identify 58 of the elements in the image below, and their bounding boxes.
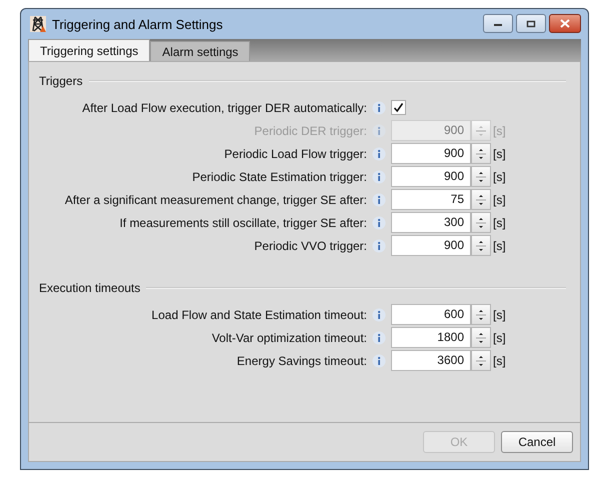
tab[interactable]: Alarm settings: [150, 41, 250, 61]
window-title: Triggering and Alarm Settings: [52, 16, 223, 32]
spinner-control[interactable]: [471, 327, 491, 348]
spinner-control[interactable]: [471, 189, 491, 210]
number-field[interactable]: 900: [391, 143, 471, 164]
field-label: After a significant measurement change, trigger SE after:: [64, 192, 367, 206]
unit-label: [s]: [493, 308, 507, 322]
info-icon[interactable]: [372, 146, 386, 160]
field-label: Periodic Load Flow trigger:: [223, 146, 367, 160]
field-label: Periodic DER trigger:: [253, 124, 367, 138]
field-label: Energy Savings timeout:: [236, 354, 367, 368]
cancel-button[interactable]: Cancel: [501, 431, 573, 453]
tab[interactable]: Triggering settings: [28, 39, 150, 61]
number-field[interactable]: 1800: [391, 327, 471, 348]
unit-label: [s]: [493, 238, 507, 252]
unit-label: [s]: [493, 124, 507, 138]
info-icon[interactable]: [372, 192, 386, 206]
unit-label: [s]: [493, 146, 507, 160]
section-title: Execution timeouts: [39, 281, 140, 295]
spinner-control[interactable]: [471, 120, 491, 141]
info-icon[interactable]: [372, 308, 386, 322]
info-icon[interactable]: [372, 170, 386, 184]
close-button[interactable]: [549, 14, 581, 33]
field-label: Periodic State Estimation trigger:: [191, 170, 367, 184]
number-field[interactable]: 3600: [391, 350, 471, 371]
number-field[interactable]: 300: [391, 212, 471, 233]
number-field[interactable]: 75: [391, 189, 471, 210]
field-label: Volt-Var optimization timeout:: [210, 330, 367, 344]
field-label: Periodic VVO trigger:: [253, 238, 367, 252]
info-icon[interactable]: [372, 100, 386, 114]
number-field[interactable]: 900: [391, 166, 471, 187]
checkbox[interactable]: [391, 100, 406, 115]
spinner-control[interactable]: [471, 350, 491, 371]
unit-label: [s]: [493, 330, 507, 344]
maximize-icon: [526, 20, 536, 28]
field-label: After Load Flow execution, trigger DER automatically:: [81, 100, 367, 114]
number-field[interactable]: 600: [391, 304, 471, 325]
unit-label: [s]: [493, 192, 507, 206]
spinner-control[interactable]: [471, 143, 491, 164]
info-icon[interactable]: [372, 330, 386, 344]
unit-label: [s]: [493, 170, 507, 184]
field-label: Load Flow and State Estimation timeout:: [150, 308, 367, 322]
spinner-control[interactable]: [471, 212, 491, 233]
unit-label: [s]: [493, 354, 507, 368]
close-icon: [560, 19, 570, 28]
section-title: Triggers: [39, 74, 83, 88]
maximize-button[interactable]: [516, 14, 546, 33]
info-icon[interactable]: [372, 354, 386, 368]
number-field[interactable]: 900: [391, 235, 471, 256]
field-label: If measurements still oscillate, trigger SE after:: [118, 216, 367, 230]
minimize-button[interactable]: [483, 14, 513, 33]
spinner-control[interactable]: [471, 235, 491, 256]
info-icon[interactable]: [372, 238, 386, 252]
info-icon[interactable]: [372, 216, 386, 230]
pylon-icon: [30, 16, 46, 32]
spinner-control[interactable]: [471, 166, 491, 187]
spinner-control[interactable]: [471, 304, 491, 325]
unit-label: [s]: [493, 216, 507, 230]
